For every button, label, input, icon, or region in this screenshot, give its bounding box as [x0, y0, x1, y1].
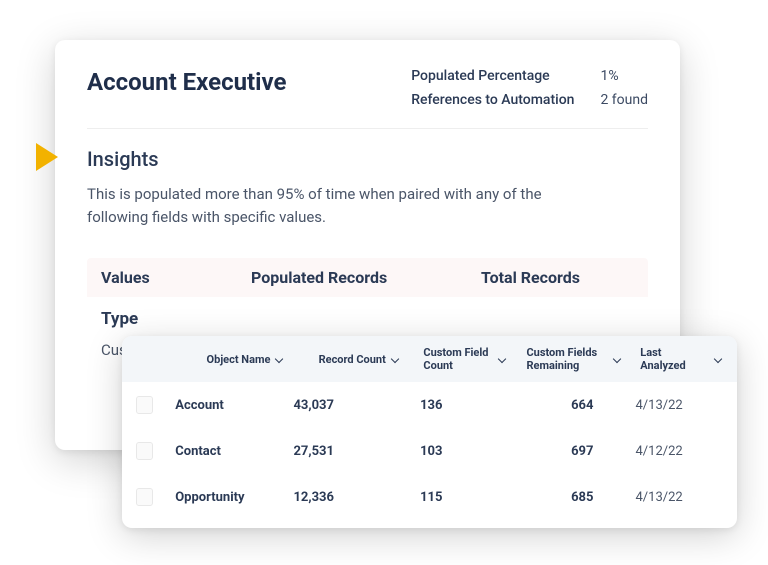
cell-last-analyzed: 4/12/22: [635, 444, 723, 459]
chevron-down-icon: [391, 355, 400, 364]
row-checkbox[interactable]: [136, 396, 153, 414]
cell-object-name: Opportunity: [175, 490, 287, 505]
cell-custom-field-count: 115: [404, 490, 508, 505]
column-custom-field-count-label: Custom Field Count: [423, 346, 493, 372]
stat-populated-label: Populated Percentage: [411, 68, 574, 84]
chevron-down-icon: [714, 355, 723, 364]
card-header: Account Executive Populated Percentage 1…: [87, 68, 648, 129]
insights-description: This is populated more than 95% of time …: [87, 183, 587, 230]
column-last-analyzed[interactable]: Last Analyzed: [640, 346, 723, 372]
insights-heading: Insights: [87, 147, 648, 171]
row-checkbox[interactable]: [136, 488, 153, 506]
column-custom-field-count[interactable]: Custom Field Count: [423, 346, 520, 372]
chevron-down-icon: [275, 355, 284, 364]
cell-custom-fields-remaining: 685: [514, 490, 630, 505]
row-checkbox[interactable]: [136, 442, 153, 460]
cell-custom-field-count: 103: [404, 444, 508, 459]
chevron-down-icon: [498, 355, 507, 364]
cell-last-analyzed: 4/13/22: [635, 398, 723, 413]
column-object-name[interactable]: Object Name: [207, 353, 313, 366]
stat-references-value: 2 found: [600, 92, 648, 108]
objects-table-header: Object Name Record Count Custom Field Co…: [122, 336, 737, 382]
column-custom-fields-remaining[interactable]: Custom Fields Remaining: [526, 346, 634, 372]
column-last-analyzed-label: Last Analyzed: [640, 346, 709, 372]
cell-record-count: 27,531: [293, 444, 398, 459]
column-values: Values: [101, 268, 251, 287]
values-type-label: Type: [87, 297, 648, 335]
column-populated-records: Populated Records: [251, 268, 481, 287]
table-row[interactable]: Opportunity 12,336 115 685 4/13/22: [122, 474, 737, 520]
header-stats: Populated Percentage 1% References to Au…: [411, 68, 648, 108]
cell-custom-fields-remaining: 697: [514, 444, 630, 459]
insights-marker-icon: [36, 143, 58, 171]
chevron-down-icon: [613, 355, 622, 364]
stat-populated-value: 1%: [600, 68, 648, 84]
cell-object-name: Contact: [175, 444, 287, 459]
table-row[interactable]: Contact 27,531 103 697 4/12/22: [122, 428, 737, 474]
column-record-count[interactable]: Record Count: [319, 353, 418, 366]
column-record-count-label: Record Count: [319, 353, 386, 366]
values-table-header: Values Populated Records Total Records: [87, 258, 648, 297]
cell-record-count: 43,037: [293, 398, 398, 413]
cell-last-analyzed: 4/13/22: [635, 490, 723, 505]
column-object-name-label: Object Name: [207, 353, 271, 366]
column-custom-fields-remaining-label: Custom Fields Remaining: [526, 346, 608, 372]
insights-section: Insights This is populated more than 95%…: [87, 129, 648, 365]
page-title: Account Executive: [87, 68, 381, 96]
cell-custom-fields-remaining: 664: [514, 398, 630, 413]
stat-references-label: References to Automation: [411, 92, 574, 108]
cell-custom-field-count: 136: [404, 398, 508, 413]
table-row[interactable]: Account 43,037 136 664 4/13/22: [122, 382, 737, 428]
column-total-records: Total Records: [481, 268, 580, 287]
cell-object-name: Account: [175, 398, 287, 413]
cell-record-count: 12,336: [293, 490, 398, 505]
objects-table-card: Object Name Record Count Custom Field Co…: [122, 336, 737, 528]
